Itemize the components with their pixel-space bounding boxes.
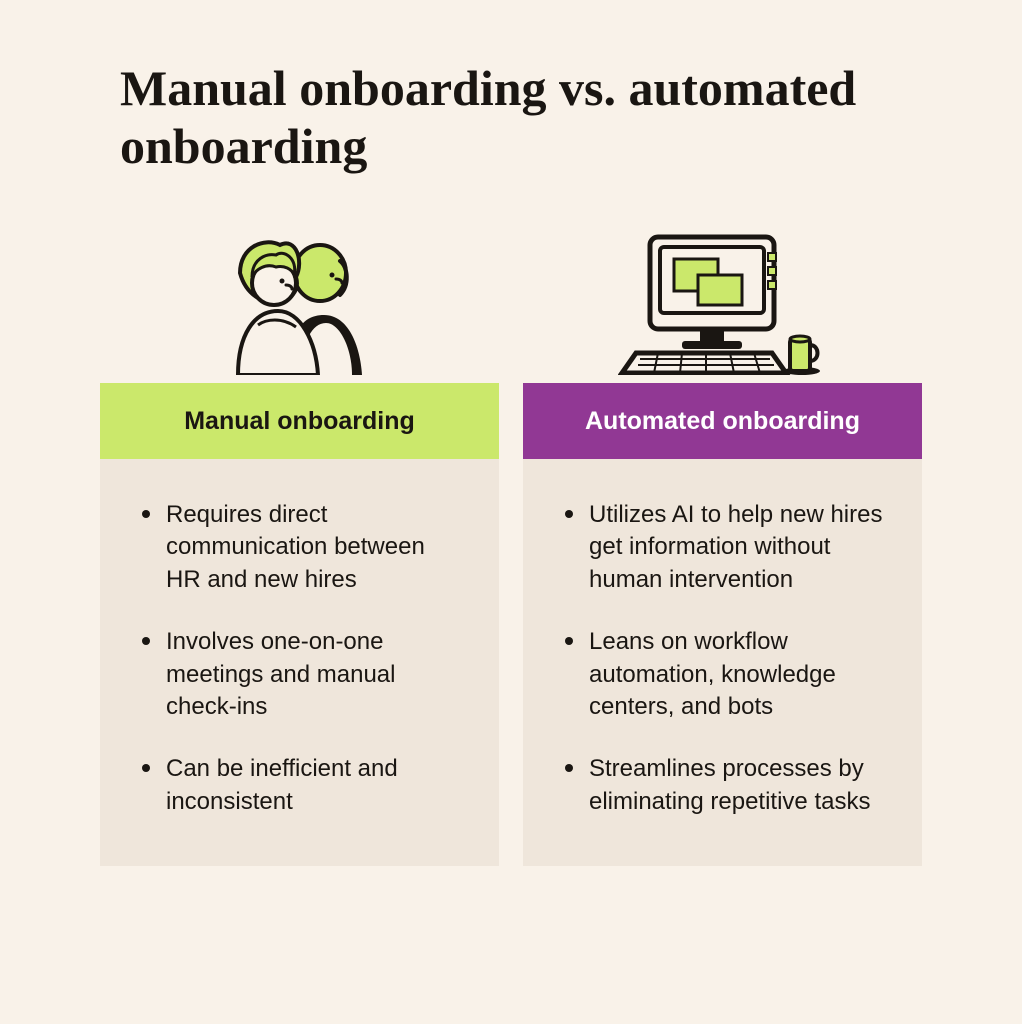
column-header-automated: Automated onboarding bbox=[523, 383, 922, 459]
comparison-page: Manual onboarding vs. automated onboardi… bbox=[0, 0, 1022, 906]
column-header-manual: Manual onboarding bbox=[100, 383, 499, 459]
list-item: Involves one-on-one meetings and manual … bbox=[136, 626, 463, 723]
computer-icon bbox=[523, 225, 922, 375]
column-manual: Manual onboarding Requires direct commun… bbox=[100, 225, 499, 866]
list-item: Streamlines processes by eliminating rep… bbox=[559, 753, 886, 818]
column-body-automated: Utilizes AI to help new hires get inform… bbox=[523, 459, 922, 866]
column-header-label: Manual onboarding bbox=[184, 407, 415, 436]
people-icon bbox=[100, 225, 499, 375]
list-item: Can be inefficient and inconsistent bbox=[136, 753, 463, 818]
column-body-manual: Requires direct communication between HR… bbox=[100, 459, 499, 866]
column-automated: Automated onboarding Utilizes AI to help… bbox=[523, 225, 922, 866]
page-title: Manual onboarding vs. automated onboardi… bbox=[120, 60, 922, 175]
bullet-list: Requires direct communication between HR… bbox=[136, 499, 463, 818]
list-item: Utilizes AI to help new hires get inform… bbox=[559, 499, 886, 596]
column-header-label: Automated onboarding bbox=[585, 407, 860, 436]
list-item: Requires direct communication between HR… bbox=[136, 499, 463, 596]
bullet-list: Utilizes AI to help new hires get inform… bbox=[559, 499, 886, 818]
list-item: Leans on workflow automation, knowledge … bbox=[559, 626, 886, 723]
comparison-columns: Manual onboarding Requires direct commun… bbox=[100, 225, 922, 866]
